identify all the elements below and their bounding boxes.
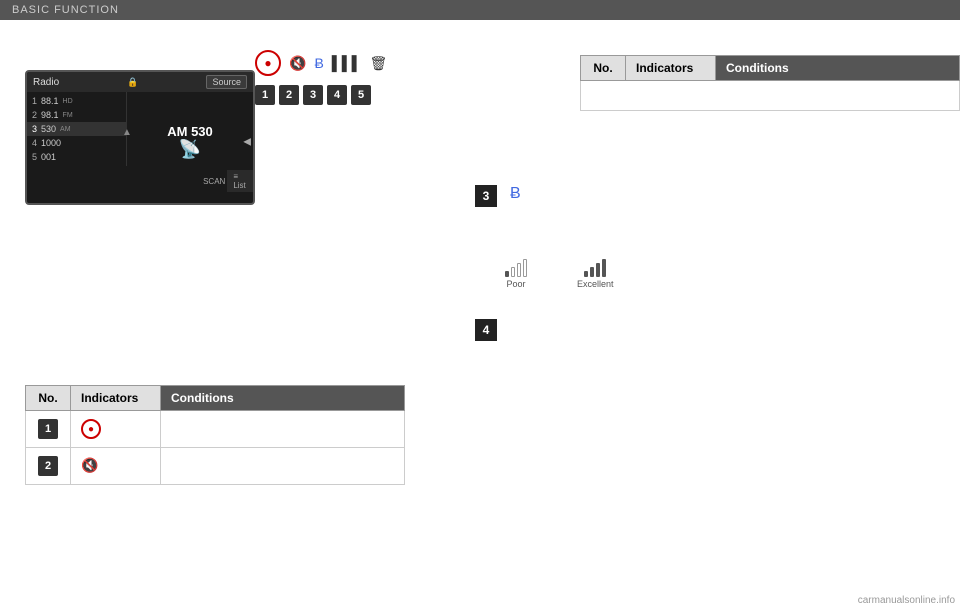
scan-button[interactable]: SCAN xyxy=(203,177,225,186)
badge-3: 3 xyxy=(303,85,323,105)
watermark: carmanualsonline.info xyxy=(858,595,955,606)
table-row: 1 ● xyxy=(26,411,405,448)
table-row xyxy=(581,81,960,111)
radio-footer: SCAN ≡ List ◀ Sound xyxy=(227,170,253,192)
mute-icon: 🔇 xyxy=(289,55,306,72)
signal-icon: ▌▌▌ xyxy=(332,55,362,71)
list-item: 188.1HD xyxy=(27,94,126,108)
signal-poor-bars xyxy=(505,257,527,277)
badge-5: 5 xyxy=(351,85,371,105)
bar4 xyxy=(523,259,527,277)
section-3-row: 3 Ƀ xyxy=(475,185,945,207)
bar3 xyxy=(517,263,521,277)
section-4-num: 4 xyxy=(475,319,497,341)
row-badge-2: 2 xyxy=(38,456,58,476)
header-bar: BASIC FUNCTION xyxy=(0,0,960,20)
header-title: BASIC FUNCTION xyxy=(12,4,119,16)
right-panel: No. Indicators Conditions 3 Ƀ xyxy=(460,20,960,607)
bar2 xyxy=(511,267,515,277)
top-right-table-container: No. Indicators Conditions xyxy=(580,55,960,111)
empty-row xyxy=(581,81,960,111)
row1-indicator-icon: ● xyxy=(81,419,101,439)
table-header-conditions: Conditions xyxy=(161,386,405,411)
list-button[interactable]: ≡ List xyxy=(233,172,245,190)
list-item-active: 3530AM xyxy=(27,122,126,136)
top-indicator-table: No. Indicators Conditions xyxy=(580,55,960,111)
bar2 xyxy=(590,267,594,277)
bar3 xyxy=(596,263,600,277)
source-button[interactable]: Source xyxy=(206,75,247,89)
radio-list: 188.1HD 298.1FM 3530AM 41000 5001 xyxy=(27,92,127,166)
bluetooth-icon: Ƀ xyxy=(314,55,323,71)
radio-screen: Radio 🔒 Source ▲ 188.1HD 298.1FM 3530AM … xyxy=(25,70,255,205)
top-icons-row: ● 🔇 Ƀ ▌▌▌ 🗑 xyxy=(255,50,387,76)
row2-mute-icon: 🔇 xyxy=(81,457,98,473)
section-3-num: 3 xyxy=(475,185,497,207)
battery-icon: 🗑 xyxy=(370,55,388,72)
poor-label: Poor xyxy=(506,279,525,289)
badge-4: 4 xyxy=(327,85,347,105)
signal-poor-item: Poor xyxy=(505,257,527,289)
lock-icon: 🔒 xyxy=(127,77,138,88)
list-item: 298.1FM xyxy=(27,108,126,122)
signal-icons-area: Poor Excellent xyxy=(505,257,945,289)
row-indicator-cell: ● xyxy=(71,411,161,448)
list-item: 41000 xyxy=(27,136,126,150)
radio-body: ▲ 188.1HD 298.1FM 3530AM 41000 5001 ▼ AM… xyxy=(27,92,253,192)
row-condition-cell xyxy=(161,448,405,485)
sound-button[interactable]: ◀ Sound xyxy=(254,172,255,190)
top-table-header-conditions: Conditions xyxy=(716,56,960,81)
table-header-no: No. xyxy=(26,386,71,411)
table-header-indicators: Indicators xyxy=(71,386,161,411)
bar4 xyxy=(602,259,606,277)
bottom-indicator-table: No. Indicators Conditions 1 ● xyxy=(25,385,405,485)
bar1 xyxy=(584,271,588,277)
left-panel: Radio 🔒 Source ▲ 188.1HD 298.1FM 3530AM … xyxy=(0,20,460,607)
icons-row: ● 🔇 Ƀ ▌▌▌ 🗑 1 2 3 4 5 xyxy=(255,50,387,105)
top-table-header-indicators: Indicators xyxy=(626,56,716,81)
bottom-left-table: No. Indicators Conditions 1 ● xyxy=(25,385,405,485)
section-4-row: 4 xyxy=(475,319,945,341)
antenna-icon: 📡 xyxy=(179,139,201,160)
row-no-cell: 1 xyxy=(26,411,71,448)
circle-icon: ● xyxy=(255,50,281,76)
row-badge-1: 1 xyxy=(38,419,58,439)
badge-1: 1 xyxy=(255,85,275,105)
badges-row: 1 2 3 4 5 xyxy=(255,85,387,105)
section-3-area: 3 Ƀ Poor xyxy=(475,185,945,341)
radio-list-container: ▲ 188.1HD 298.1FM 3530AM 41000 5001 ▼ xyxy=(27,92,127,192)
top-table-header-no: No. xyxy=(581,56,626,81)
table-row: 2 🔇 xyxy=(26,448,405,485)
radio-station-display: AM 530 xyxy=(167,124,213,139)
radio-header: Radio 🔒 Source xyxy=(27,72,253,92)
list-item: 5001 xyxy=(27,150,126,164)
excellent-label: Excellent xyxy=(577,279,614,289)
signal-excellent-item: Excellent xyxy=(577,257,614,289)
radio-title: Radio xyxy=(33,77,59,88)
main-content: Radio 🔒 Source ▲ 188.1HD 298.1FM 3530AM … xyxy=(0,20,960,607)
nav-left-icon[interactable]: ◀ xyxy=(243,137,251,148)
radio-icon-row: 🔒 xyxy=(127,77,138,88)
signal-excellent-bars xyxy=(584,257,606,277)
bar1 xyxy=(505,271,509,277)
row-no-cell: 2 xyxy=(26,448,71,485)
badge-2: 2 xyxy=(279,85,299,105)
row-condition-cell xyxy=(161,411,405,448)
row-indicator-cell: 🔇 xyxy=(71,448,161,485)
radio-main: AM 530 📡 ◀ SCAN ≡ List ◀ Sound xyxy=(127,92,253,192)
bluetooth-large-icon: Ƀ xyxy=(510,185,521,203)
